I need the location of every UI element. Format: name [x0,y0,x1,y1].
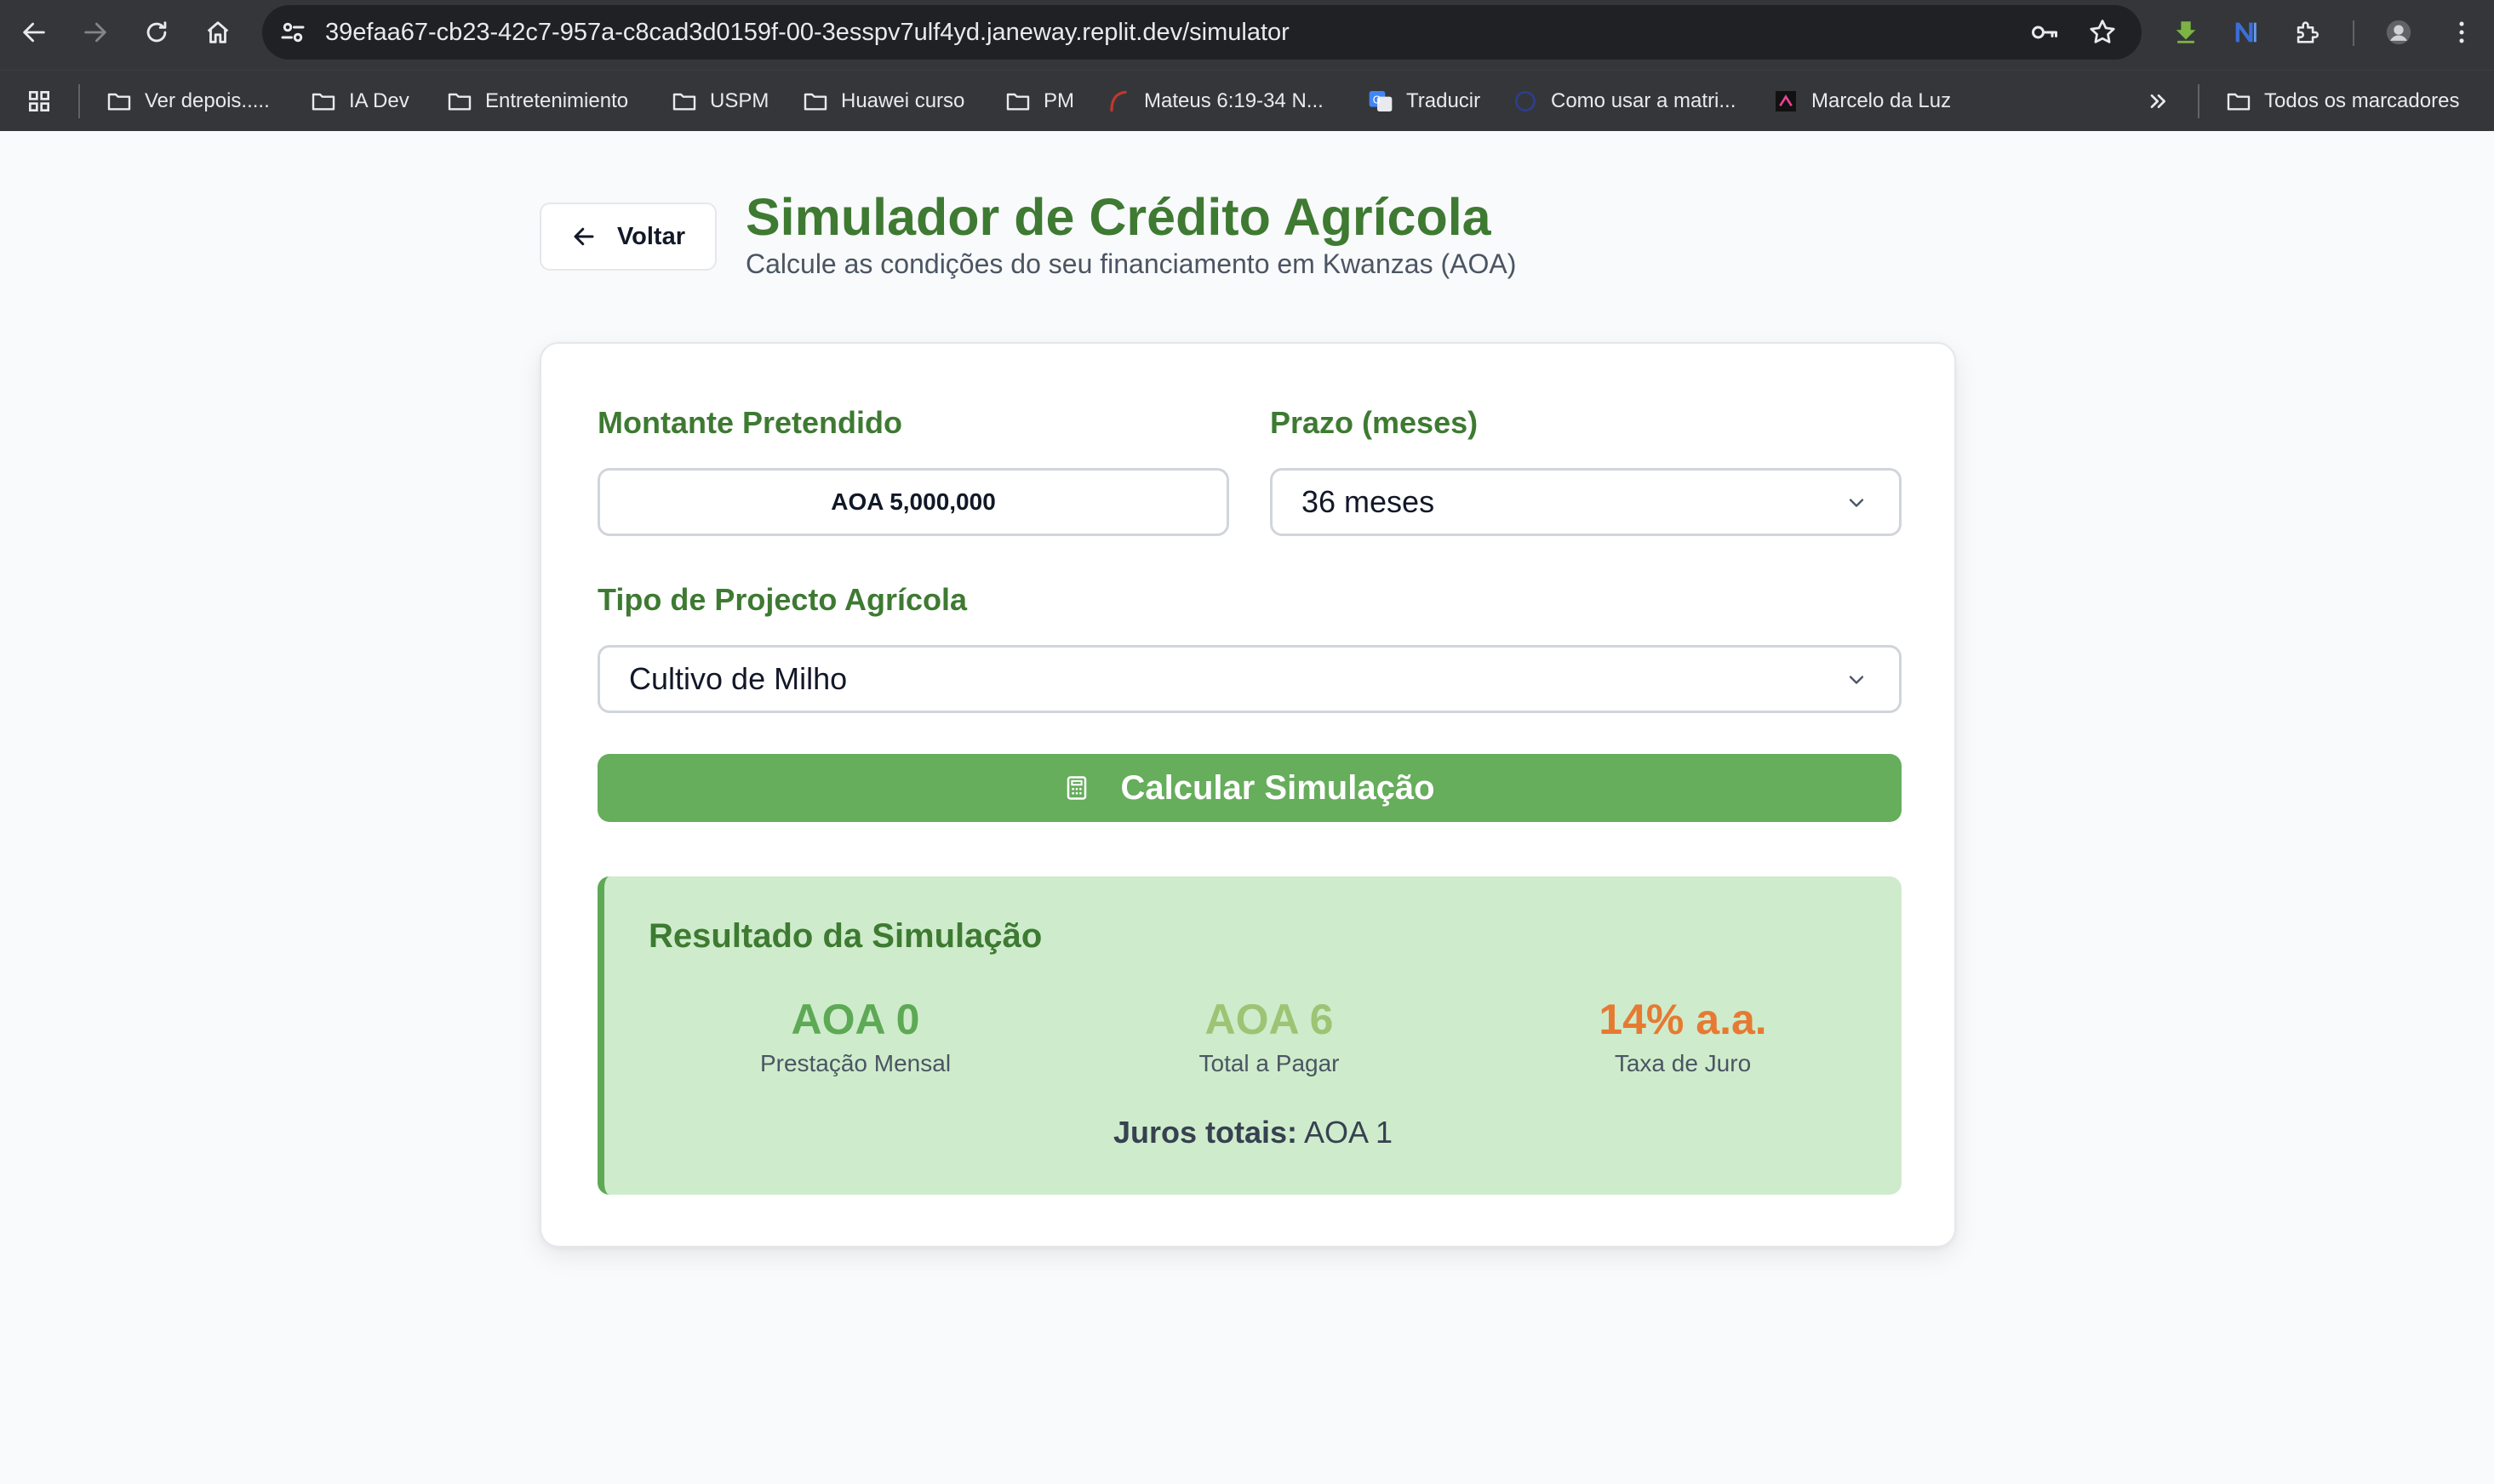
folder-icon [2227,93,2251,111]
interest-rate-label: Taxa de Juro [1614,1050,1752,1076]
folder-icon [804,93,827,111]
interest-rate-value: 14% a.a. [1599,996,1767,1043]
folder-icon [1006,93,1030,111]
bookmark-label: Huawei curso [841,89,965,112]
term-selected-value: 36 meses [1301,484,1435,519]
apps-grid-icon[interactable] [26,71,65,132]
url-path: /simulator [1182,19,1290,46]
bookmarks-divider [2198,84,2199,118]
bookmarks-bar: Ver depois..... IA Dev Entretenimiento U… [0,70,2494,131]
page-subtitle: Calcule as condições do seu financiament… [746,248,1517,279]
url-text[interactable]: 39efaa67-cb23-42c7-957a-c8cad3d0159f-00-… [325,5,1290,60]
bookmark-folder-ver-depois[interactable]: Ver depois..... [106,71,270,132]
amount-input[interactable] [600,471,1227,534]
page-title: Simulador de Crédito Agrícola [746,188,1491,246]
monthly-payment-label: Prestação Mensal [759,1050,952,1076]
browser-menu-icon[interactable] [2443,14,2480,51]
amount-label: Montante Pretendido [598,405,902,440]
download-extension-icon[interactable] [2167,14,2205,51]
password-key-icon[interactable] [2029,17,2060,48]
folder-icon [312,93,335,111]
folder-icon [672,93,696,111]
arrow-left-icon [574,227,594,246]
back-button-label: Voltar [616,222,686,250]
svg-text:G: G [1373,94,1381,106]
folder-icon [107,93,131,111]
bookmark-traducir[interactable]: G Traducir [1367,71,1480,132]
site-settings-icon[interactable] [277,17,308,48]
simulation-result-panel: Resultado da Simulação AOA 0 Prestação M… [598,876,1902,1195]
site-icon [1515,91,1536,111]
all-bookmarks-label: Todos os marcadores [2264,89,2460,112]
bookmark-label: IA Dev [349,89,409,112]
total-interest-line: Juros totais: AOA 1 [604,1115,1902,1150]
profile-avatar-icon[interactable] [2380,14,2417,51]
bookmark-mateus[interactable]: Mateus 6:19-34 N... [1105,71,1324,132]
bookmark-label: Ver depois..... [145,89,270,112]
total-payable-stat: AOA 6 Total a Pagar [1062,994,1476,1077]
bookmark-como-usar[interactable]: Como usar a matri... [1512,71,1736,132]
bookmark-label: Mateus 6:19-34 N... [1144,89,1324,112]
back-arrow-icon[interactable] [15,14,53,51]
translate-icon: G [1369,91,1393,111]
site-icon [1110,90,1127,112]
url-host: 39efaa67-cb23-42c7-957a-c8cad3d0159f-00-… [325,19,1183,46]
page-content: Voltar Simulador de Crédito Agrícola Cal… [0,131,2494,1484]
monthly-payment-value: AOA 0 [791,996,920,1043]
forward-arrow-icon[interactable] [77,14,114,51]
folder-icon [448,93,472,111]
bookmark-label: Marcelo da Luz [1811,89,1952,112]
bookmark-label: Entretenimiento [485,89,629,112]
more-bookmarks-chevron-icon[interactable] [2145,71,2184,132]
bookmark-label: Como usar a matri... [1551,89,1736,112]
site-icon [1776,91,1796,111]
bookmark-marcelo-da-luz[interactable]: Marcelo da Luz [1772,71,1951,132]
chevron-down-icon [1849,676,1864,684]
bookmark-folder-entretenimiento[interactable]: Entretenimiento [446,71,628,132]
reload-icon[interactable] [138,14,175,51]
chevron-down-icon [1849,499,1864,507]
monthly-payment-stat: AOA 0 Prestação Mensal [649,994,1062,1077]
bookmark-folder-uspm[interactable]: USPM [671,71,769,132]
project-type-select[interactable]: Cultivo de Milho [598,645,1902,713]
bookmark-label: Traducir [1406,89,1481,112]
result-title: Resultado da Simulação [649,917,1043,955]
browser-toolbar: 39efaa67-cb23-42c7-957a-c8cad3d0159f-00-… [0,0,2494,65]
calculate-button[interactable]: Calcular Simulação [598,754,1902,822]
term-select[interactable]: 36 meses [1270,468,1902,536]
simulator-card: Montante Pretendido Prazo (meses) 36 mes… [540,342,1956,1247]
project-type-label: Tipo de Projecto Agrícola [598,582,968,617]
bookmark-star-icon[interactable] [2087,17,2118,48]
bookmark-folder-pm[interactable]: PM [1004,71,1074,132]
calculator-icon [1067,776,1087,800]
amount-field[interactable] [598,468,1229,536]
bookmark-folder-ia-dev[interactable]: IA Dev [310,71,409,132]
browser-chrome: 39efaa67-cb23-42c7-957a-c8cad3d0159f-00-… [0,0,2494,131]
total-payable-value: AOA 6 [1204,996,1334,1043]
n-extension-icon[interactable] [2227,14,2264,51]
toolbar-divider [2353,20,2354,46]
bookmark-label: USPM [710,89,769,112]
all-bookmarks-folder[interactable]: Todos os marcadores [2225,71,2459,132]
total-interest-value: AOA 1 [1304,1115,1393,1150]
extensions-puzzle-icon[interactable] [2288,14,2325,51]
bookmark-folder-huawei-curso[interactable]: Huawei curso [802,71,964,132]
project-selected-value: Cultivo de Milho [629,661,848,696]
term-label: Prazo (meses) [1270,405,1479,440]
total-interest-label: Juros totais: [1113,1115,1297,1150]
back-button[interactable]: Voltar [540,203,717,271]
total-payable-label: Total a Pagar [1198,1050,1340,1076]
bookmark-label: PM [1044,89,1074,112]
address-bar[interactable]: 39efaa67-cb23-42c7-957a-c8cad3d0159f-00-… [262,5,2142,60]
home-icon[interactable] [199,14,237,51]
bookmarks-divider [78,84,80,118]
interest-rate-stat: 14% a.a. Taxa de Juro [1476,994,1890,1077]
calculate-button-label: Calcular Simulação [1120,768,1435,807]
